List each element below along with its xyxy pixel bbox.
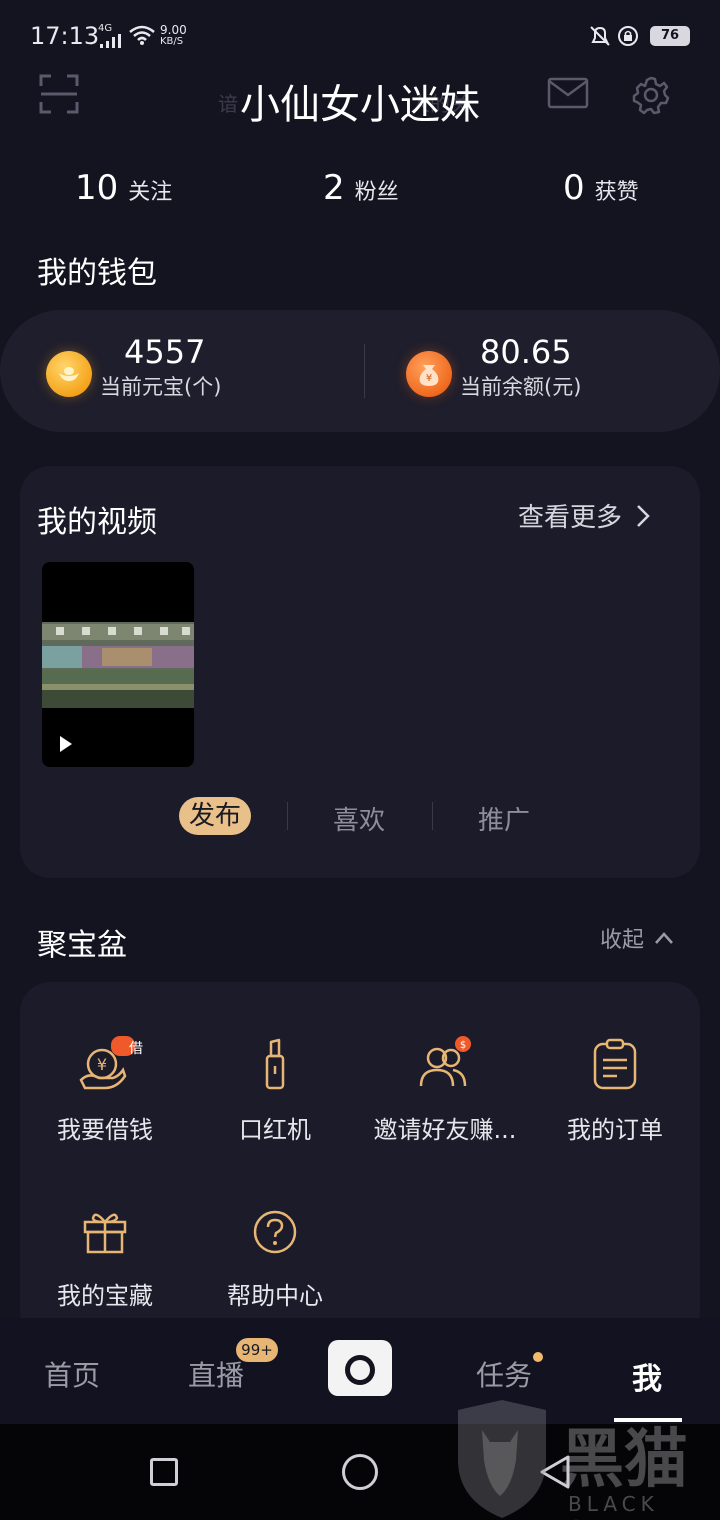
fans-label: 粉丝 xyxy=(354,180,399,205)
wallet-title: 我的钱包 xyxy=(37,256,157,291)
svg-text:$: $ xyxy=(460,1040,466,1051)
video-thumbnail[interactable] xyxy=(42,562,194,767)
collapse-label: 收起 xyxy=(600,928,645,953)
tasks-dot xyxy=(533,1352,543,1362)
tab-liked[interactable]: 喜欢 xyxy=(333,800,385,837)
watermark-text-en: BLACK CAT xyxy=(568,1492,659,1520)
treasure-title: 聚宝盆 xyxy=(37,928,127,963)
tab-published[interactable]: 发布 xyxy=(179,797,251,835)
more-label: 查看更多 xyxy=(518,503,623,533)
camera-icon xyxy=(345,1342,375,1385)
settings-gear-icon[interactable] xyxy=(630,74,672,116)
grid-item-treasure[interactable]: 我的宝藏 xyxy=(20,1202,190,1311)
likes-count: 0 xyxy=(563,168,585,208)
wallet-ingots[interactable]: 4557 当前元宝(个) xyxy=(100,333,221,401)
grid-label: 口红机 xyxy=(239,1116,311,1144)
camera-button[interactable] xyxy=(328,1340,392,1396)
lipstick-icon xyxy=(245,1036,305,1096)
grid-item-loan[interactable]: ¥ 借 我要借钱 xyxy=(20,1036,190,1145)
grid-item-lipstick[interactable]: 口红机 xyxy=(190,1036,360,1145)
following-count: 10 xyxy=(75,168,119,208)
status-time: 17:13 xyxy=(30,22,100,50)
stat-following[interactable]: 10 关注 xyxy=(75,168,172,208)
balance-label: 当前余额(元) xyxy=(460,375,582,399)
recent-apps-icon[interactable] xyxy=(150,1458,178,1486)
stat-likes[interactable]: 0 获赞 xyxy=(563,168,639,208)
wallet-balance[interactable]: 80.65 当前余额(元) xyxy=(460,333,581,401)
battery-indicator: 76 xyxy=(650,26,690,46)
ingots-value: 4557 xyxy=(124,333,206,371)
signal-icon xyxy=(100,34,121,48)
page-title: 小仙女小迷妹 xyxy=(240,82,480,128)
chevron-up-icon xyxy=(655,932,673,944)
gift-icon xyxy=(75,1202,135,1262)
grid-item-orders[interactable]: 我的订单 xyxy=(530,1036,700,1145)
ingot-icon xyxy=(46,351,92,397)
loan-tag: 借 xyxy=(129,1041,143,1057)
fans-count: 2 xyxy=(323,168,345,208)
tab-separator xyxy=(432,802,433,830)
order-icon xyxy=(585,1036,645,1096)
invite-friends-icon: $ xyxy=(415,1036,475,1096)
balance-value: 80.65 xyxy=(480,333,572,371)
network-type: 4G xyxy=(98,23,113,34)
grid-label: 我要借钱 xyxy=(57,1116,153,1144)
grid-label: 邀请好友赚... xyxy=(373,1116,517,1144)
home-circle-icon[interactable] xyxy=(342,1454,378,1490)
loan-icon: ¥ xyxy=(75,1036,135,1096)
nav-tasks[interactable]: 任务 xyxy=(476,1354,532,1394)
svg-text:¥: ¥ xyxy=(97,1055,107,1074)
following-label: 关注 xyxy=(128,180,173,205)
videos-more-link[interactable]: 查看更多 xyxy=(518,497,650,534)
black-cat-watermark-logo xyxy=(458,1400,546,1518)
mute-bell-icon xyxy=(590,26,610,46)
chevron-right-icon xyxy=(637,504,650,527)
wallet-divider xyxy=(364,344,365,398)
grid-item-invite[interactable]: $ 邀请好友赚... xyxy=(360,1036,530,1145)
money-bag-icon: ¥ xyxy=(406,351,452,397)
videos-title: 我的视频 xyxy=(37,505,157,540)
collapse-button[interactable]: 收起 xyxy=(600,922,674,954)
grid-label: 帮助中心 xyxy=(227,1282,323,1310)
rotation-lock-icon xyxy=(618,26,638,46)
train-thumbnail-image xyxy=(42,562,194,767)
tab-promoted[interactable]: 推广 xyxy=(478,800,530,837)
nav-home[interactable]: 首页 xyxy=(44,1354,100,1394)
ingots-label: 当前元宝(个) xyxy=(100,375,222,399)
svg-text:¥: ¥ xyxy=(426,373,432,384)
watermark-text: 黑猫 xyxy=(560,1423,688,1497)
speed-unit: KB/S xyxy=(160,36,184,47)
likes-label: 获赞 xyxy=(594,180,639,205)
tab-separator xyxy=(287,802,288,830)
network-speed: 9.00 KB/S xyxy=(160,24,187,48)
wifi-icon xyxy=(129,25,155,45)
grid-item-help[interactable]: 帮助中心 xyxy=(190,1202,360,1311)
message-icon[interactable] xyxy=(547,76,589,110)
grid-label: 我的订单 xyxy=(567,1116,663,1144)
nav-live[interactable]: 直播 xyxy=(188,1354,244,1394)
grid-label: 我的宝藏 xyxy=(57,1282,153,1310)
live-badge: 99+ xyxy=(236,1338,278,1362)
speed-value: 9.00 xyxy=(160,23,187,37)
stat-fans[interactable]: 2 粉丝 xyxy=(323,168,399,208)
help-icon xyxy=(245,1202,305,1262)
nav-me[interactable]: 我 xyxy=(632,1354,662,1398)
